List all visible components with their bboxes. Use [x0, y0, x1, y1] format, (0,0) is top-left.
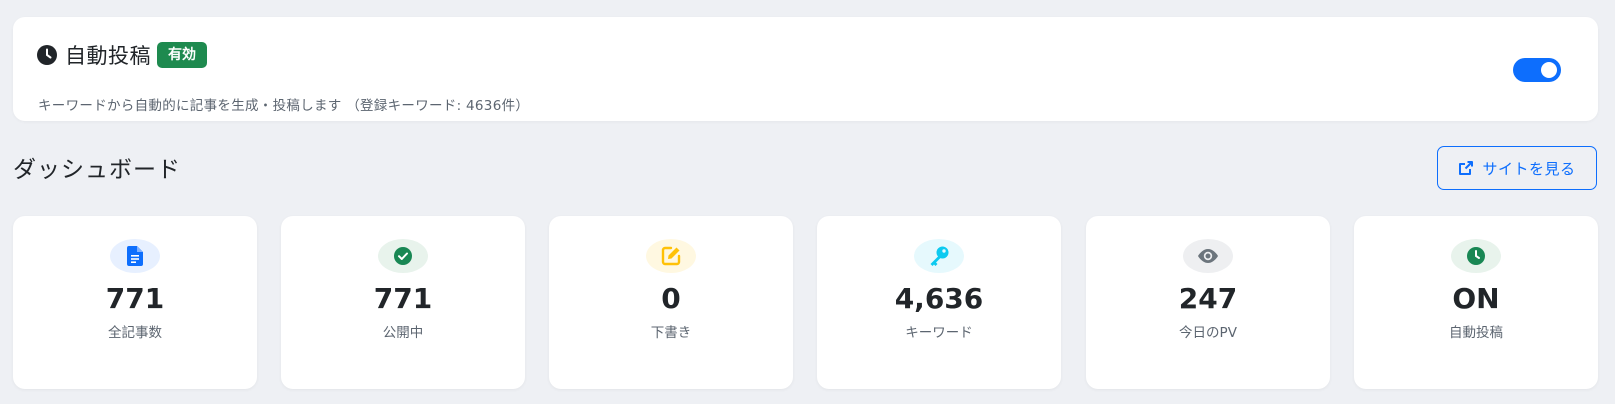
toggle-knob [1541, 62, 1557, 78]
stat-label: 今日のPV [1179, 325, 1237, 341]
stat-label: キーワード [905, 325, 973, 341]
clock-icon [1467, 247, 1485, 265]
auto-post-description: キーワードから自動的に記事を生成・投稿します （登録キーワード: 4636件） [38, 98, 530, 114]
stat-label: 公開中 [382, 325, 424, 341]
stat-icon-bg [378, 239, 428, 273]
status-badge: 有効 [157, 42, 207, 68]
stat-card-auto-post: ON 自動投稿 [1354, 216, 1598, 389]
eye-icon [1198, 249, 1218, 263]
auto-post-header: 自動投稿 有効 [37, 41, 207, 69]
page-title: ダッシュボード [13, 157, 181, 183]
stat-card-published: 771 公開中 [281, 216, 525, 389]
stat-value: ON [1452, 282, 1500, 315]
stat-value: 0 [661, 282, 681, 315]
auto-post-card: 自動投稿 有効 キーワードから自動的に記事を生成・投稿します （登録キーワード:… [13, 17, 1598, 121]
stat-value: 771 [373, 282, 433, 315]
external-link-icon [1459, 161, 1474, 175]
stat-value: 771 [105, 282, 165, 315]
stat-label: 自動投稿 [1449, 325, 1503, 341]
stat-label: 全記事数 [108, 325, 162, 341]
stat-card-today-pv: 247 今日のPV [1086, 216, 1330, 389]
stat-icon-bg [646, 239, 696, 273]
edit-icon [661, 246, 681, 266]
stat-icon-bg [1451, 239, 1501, 273]
clock-icon [37, 45, 57, 65]
stat-card-keywords: 4,636 キーワード [817, 216, 1061, 389]
document-icon [127, 246, 143, 266]
stat-icon-bg [1183, 239, 1233, 273]
key-icon [930, 246, 949, 266]
auto-post-title: 自動投稿 [65, 44, 151, 68]
check-circle-icon [394, 247, 412, 265]
stat-card-total-articles: 771 全記事数 [13, 216, 257, 389]
view-site-button[interactable]: サイトを見る [1437, 146, 1597, 190]
stat-value: 247 [1178, 282, 1238, 315]
view-site-label: サイトを見る [1482, 159, 1576, 178]
stat-value: 4,636 [894, 282, 984, 315]
auto-post-toggle[interactable] [1513, 58, 1561, 82]
stat-card-drafts: 0 下書き [549, 216, 793, 389]
stat-icon-bg [914, 239, 964, 273]
stat-icon-bg [110, 239, 160, 273]
stat-label: 下書き [650, 325, 692, 341]
